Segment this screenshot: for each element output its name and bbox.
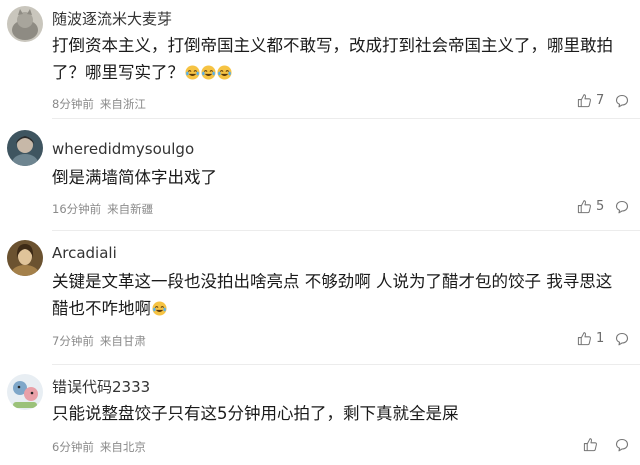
comment-time: 6分钟前 — [52, 440, 94, 454]
reply-button[interactable] — [615, 332, 629, 346]
user-avatar[interactable] — [7, 130, 43, 166]
comment-text: 关键是文革这一段也没拍出啥亮点 不够劲啊 人说为了醋才包的饺子 我寻思这醋也不咋… — [52, 268, 618, 322]
emoji-group — [184, 63, 232, 82]
comment-bubble-icon — [615, 94, 629, 108]
comment-body: 倒是满墙简体字出戏了 — [52, 168, 217, 187]
user-avatar[interactable] — [7, 374, 43, 410]
laughing-tears-emoji-icon — [217, 65, 232, 80]
comment-body: 只能说整盘饺子只有这5分钟用心拍了，剩下真就全是屎 — [52, 404, 459, 423]
comment-bubble-icon — [615, 438, 629, 452]
comment-location: 来自甘肃 — [99, 334, 146, 348]
thumbs-up-icon — [577, 332, 591, 346]
like-button[interactable]: 7 — [577, 93, 604, 108]
comment-item: Arcadiali 关键是文革这一段也没拍出啥亮点 不够劲啊 人说为了醋才包的饺… — [0, 230, 640, 364]
username[interactable]: 错误代码2333 — [52, 376, 150, 397]
thumbs-up-icon — [577, 200, 591, 214]
laughing-tears-emoji-icon — [152, 301, 167, 316]
thumbs-up-icon — [583, 438, 597, 452]
user-avatar[interactable] — [7, 240, 43, 276]
comment-body: 关键是文革这一段也没拍出啥亮点 不够劲啊 人说为了醋才包的饺子 我寻思这醋也不咋… — [52, 272, 613, 318]
like-count: 1 — [596, 331, 605, 346]
reply-button[interactable] — [615, 438, 629, 452]
comment-meta: 7分钟前 来自甘肃 — [52, 333, 146, 349]
username[interactable]: 随波逐流米大麦芽 — [52, 8, 172, 29]
comment-location: 来自北京 — [99, 440, 146, 454]
divider — [52, 118, 640, 119]
comment-location: 来自浙江 — [99, 97, 146, 111]
laughing-tears-emoji-icon — [201, 65, 216, 80]
laughing-tears-emoji-icon — [185, 65, 200, 80]
comment-text: 打倒资本主义，打倒帝国主义都不敢写，改成打到社会帝国主义了，哪里敢拍了？哪里写实… — [52, 32, 618, 86]
reply-button[interactable] — [615, 200, 629, 214]
comment-bubble-icon — [615, 200, 629, 214]
comment-meta: 16分钟前 来自新疆 — [52, 201, 153, 217]
divider — [52, 364, 640, 365]
comment-meta: 6分钟前 来自北京 — [52, 439, 146, 455]
username[interactable]: Arcadiali — [52, 244, 117, 262]
like-button[interactable]: 5 — [577, 199, 604, 214]
comment-item: wheredidmysoulgo 倒是满墙简体字出戏了 16分钟前 来自新疆 5 — [0, 118, 640, 230]
reply-button[interactable] — [615, 94, 629, 108]
username[interactable]: wheredidmysoulgo — [52, 140, 194, 158]
comment-time: 16分钟前 — [52, 202, 102, 216]
comment-time: 8分钟前 — [52, 97, 94, 111]
like-count: 5 — [596, 199, 605, 214]
comment-item: 错误代码2333 只能说整盘饺子只有这5分钟用心拍了，剩下真就全是屎 6分钟前来… — [0, 364, 640, 465]
thumbs-up-icon — [577, 94, 591, 108]
comment-text: 倒是满墙简体字出戏了 — [52, 164, 618, 191]
divider — [52, 230, 640, 231]
comment-location: 来自新疆 — [107, 202, 154, 216]
comment-body: 打倒资本主义，打倒帝国主义都不敢写，改成打到社会帝国主义了，哪里敢拍了？哪里写实… — [52, 36, 613, 82]
comment-bubble-icon — [615, 332, 629, 346]
like-count: 7 — [596, 93, 605, 108]
comment-meta: 8分钟前 来自浙江 — [52, 96, 146, 112]
like-button[interactable]: 1 — [577, 331, 604, 346]
user-avatar[interactable] — [7, 6, 43, 42]
comment-item: 随波逐流米大麦芽 打倒资本主义，打倒帝国主义都不敢写，改成打到社会帝国主义了，哪… — [0, 0, 640, 118]
like-button[interactable] — [583, 437, 602, 452]
comment-text: 只能说整盘饺子只有这5分钟用心拍了，剩下真就全是屎 — [52, 400, 618, 427]
comment-time: 7分钟前 — [52, 334, 94, 348]
